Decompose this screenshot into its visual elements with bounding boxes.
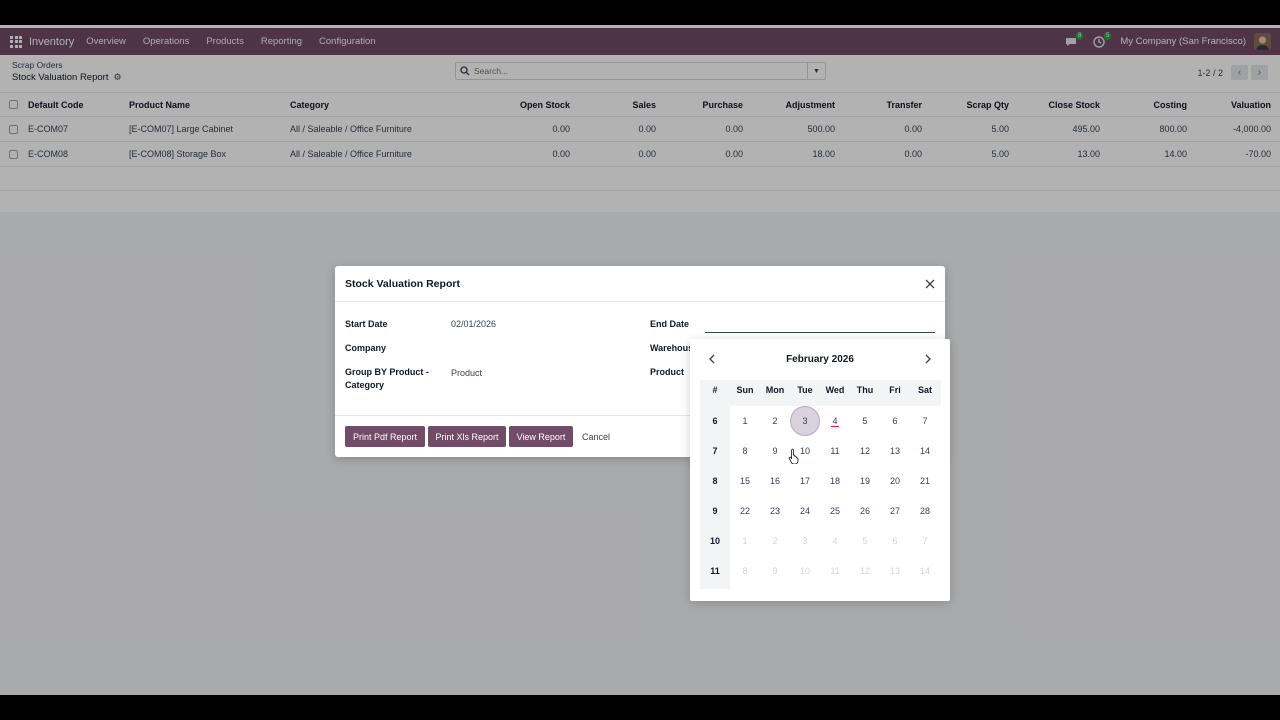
close-icon[interactable] <box>924 278 936 290</box>
calendar-day[interactable]: 27 <box>880 496 910 526</box>
calendar-day-other-month[interactable]: 3 <box>790 526 820 556</box>
calendar-day[interactable]: 23 <box>760 496 790 526</box>
calendar-day-selected[interactable]: 3 <box>790 406 820 436</box>
modal-header: Stock Valuation Report <box>335 266 945 302</box>
app-window: Inventory Overview Operations Products R… <box>0 25 1280 695</box>
calendar-day[interactable]: 20 <box>880 466 910 496</box>
week-number: 11 <box>710 566 720 576</box>
calendar-day[interactable]: 14 <box>910 436 940 466</box>
product-label: Product <box>650 367 685 377</box>
company-label: Company <box>345 343 387 353</box>
calendar-day[interactable]: 11 <box>820 436 850 466</box>
end-date-underline <box>705 332 935 333</box>
calendar-day[interactable]: 19 <box>850 466 880 496</box>
week-number: 9 <box>712 506 718 516</box>
calendar-day[interactable]: 13 <box>880 436 910 466</box>
week-number-header: # <box>712 385 718 395</box>
monday-header: Mon <box>765 385 785 395</box>
calendar-day-other-month[interactable]: 2 <box>760 526 790 556</box>
calendar-day[interactable]: 18 <box>820 466 850 496</box>
calendar-day-other-month[interactable]: 8 <box>730 556 760 586</box>
week-number: 7 <box>712 446 718 456</box>
calendar-day[interactable]: 6 <box>880 406 910 436</box>
calendar-day[interactable]: 2 <box>760 406 790 436</box>
calendar-day-other-month[interactable]: 7 <box>910 526 940 556</box>
cancel-button[interactable]: Cancel <box>582 426 610 447</box>
calendar-day[interactable]: 15 <box>730 466 760 496</box>
calendar-day-other-month[interactable]: 4 <box>820 526 850 556</box>
week-number: 10 <box>709 536 720 546</box>
calendar-day[interactable]: 24 <box>790 496 820 526</box>
calendar-day[interactable]: 16 <box>760 466 790 496</box>
calendar-day[interactable]: 7 <box>910 406 940 436</box>
calendar-day-other-month[interactable]: 14 <box>910 556 940 586</box>
week-number: 6 <box>712 416 718 426</box>
letterbox-bottom <box>0 695 1280 720</box>
next-month-chevron-icon[interactable] <box>921 352 935 366</box>
thursday-header: Thu <box>856 385 874 395</box>
group-by-label-line1: Group BY Product - <box>345 367 429 377</box>
week-number: 8 <box>712 476 718 486</box>
calendar-day-other-month[interactable]: 12 <box>850 556 880 586</box>
wednesday-header: Wed <box>825 385 845 395</box>
start-date-label: Start Date <box>345 319 388 329</box>
calendar-day[interactable]: 1 <box>730 406 760 436</box>
saturday-header: Sat <box>917 385 932 395</box>
calendar-day-other-month[interactable]: 10 <box>790 556 820 586</box>
calendar-day[interactable]: 8 <box>730 436 760 466</box>
sunday-header: Sun <box>736 385 754 395</box>
calendar-day[interactable]: 9 <box>760 436 790 466</box>
date-picker-popover: February 2026 # Sun Mon Tue Wed Thu Fri Sat 6 1 2 3… <box>690 339 950 601</box>
group-by-label-line2: Category <box>345 380 385 390</box>
calendar-day[interactable]: 25 <box>820 496 850 526</box>
calendar-day[interactable]: 28 <box>910 496 940 526</box>
end-date-field[interactable] <box>705 319 935 332</box>
calendar-day[interactable]: 21 <box>910 466 940 496</box>
end-date-label: End Date <box>650 319 690 329</box>
calendar-day[interactable]: 22 <box>730 496 760 526</box>
month-year-label[interactable]: February 2026 <box>690 350 950 368</box>
calendar-day-other-month[interactable]: 11 <box>820 556 850 586</box>
print-pdf-button[interactable]: Print Pdf Report <box>345 426 425 447</box>
print-xls-button[interactable]: Print Xls Report <box>428 426 506 447</box>
group-by-label: Group BY Product - Category <box>345 366 429 392</box>
calendar-day-other-month[interactable]: 9 <box>760 556 790 586</box>
calendar-day-other-month[interactable]: 6 <box>880 526 910 556</box>
tuesday-header: Tue <box>797 385 813 395</box>
modal-title: Stock Valuation Report <box>345 277 460 290</box>
view-report-button[interactable]: View Report <box>509 426 573 447</box>
friday-header: Fri <box>889 385 901 395</box>
calendar-day-other-month[interactable]: 13 <box>880 556 910 586</box>
calendar-day[interactable]: 5 <box>850 406 880 436</box>
calendar-day[interactable]: 26 <box>850 496 880 526</box>
group-by-field[interactable]: Product <box>451 368 482 378</box>
calendar-day[interactable]: 12 <box>850 436 880 466</box>
calendar-day[interactable]: 17 <box>790 466 820 496</box>
calendar-day-today[interactable]: 4 <box>820 406 850 436</box>
start-date-field[interactable]: 02/01/2026 <box>451 319 496 329</box>
letterbox-top <box>0 0 1280 25</box>
calendar-day-other-month[interactable]: 1 <box>730 526 760 556</box>
calendar-day-other-month[interactable]: 5 <box>850 526 880 556</box>
mouse-pointer-icon <box>788 448 800 465</box>
